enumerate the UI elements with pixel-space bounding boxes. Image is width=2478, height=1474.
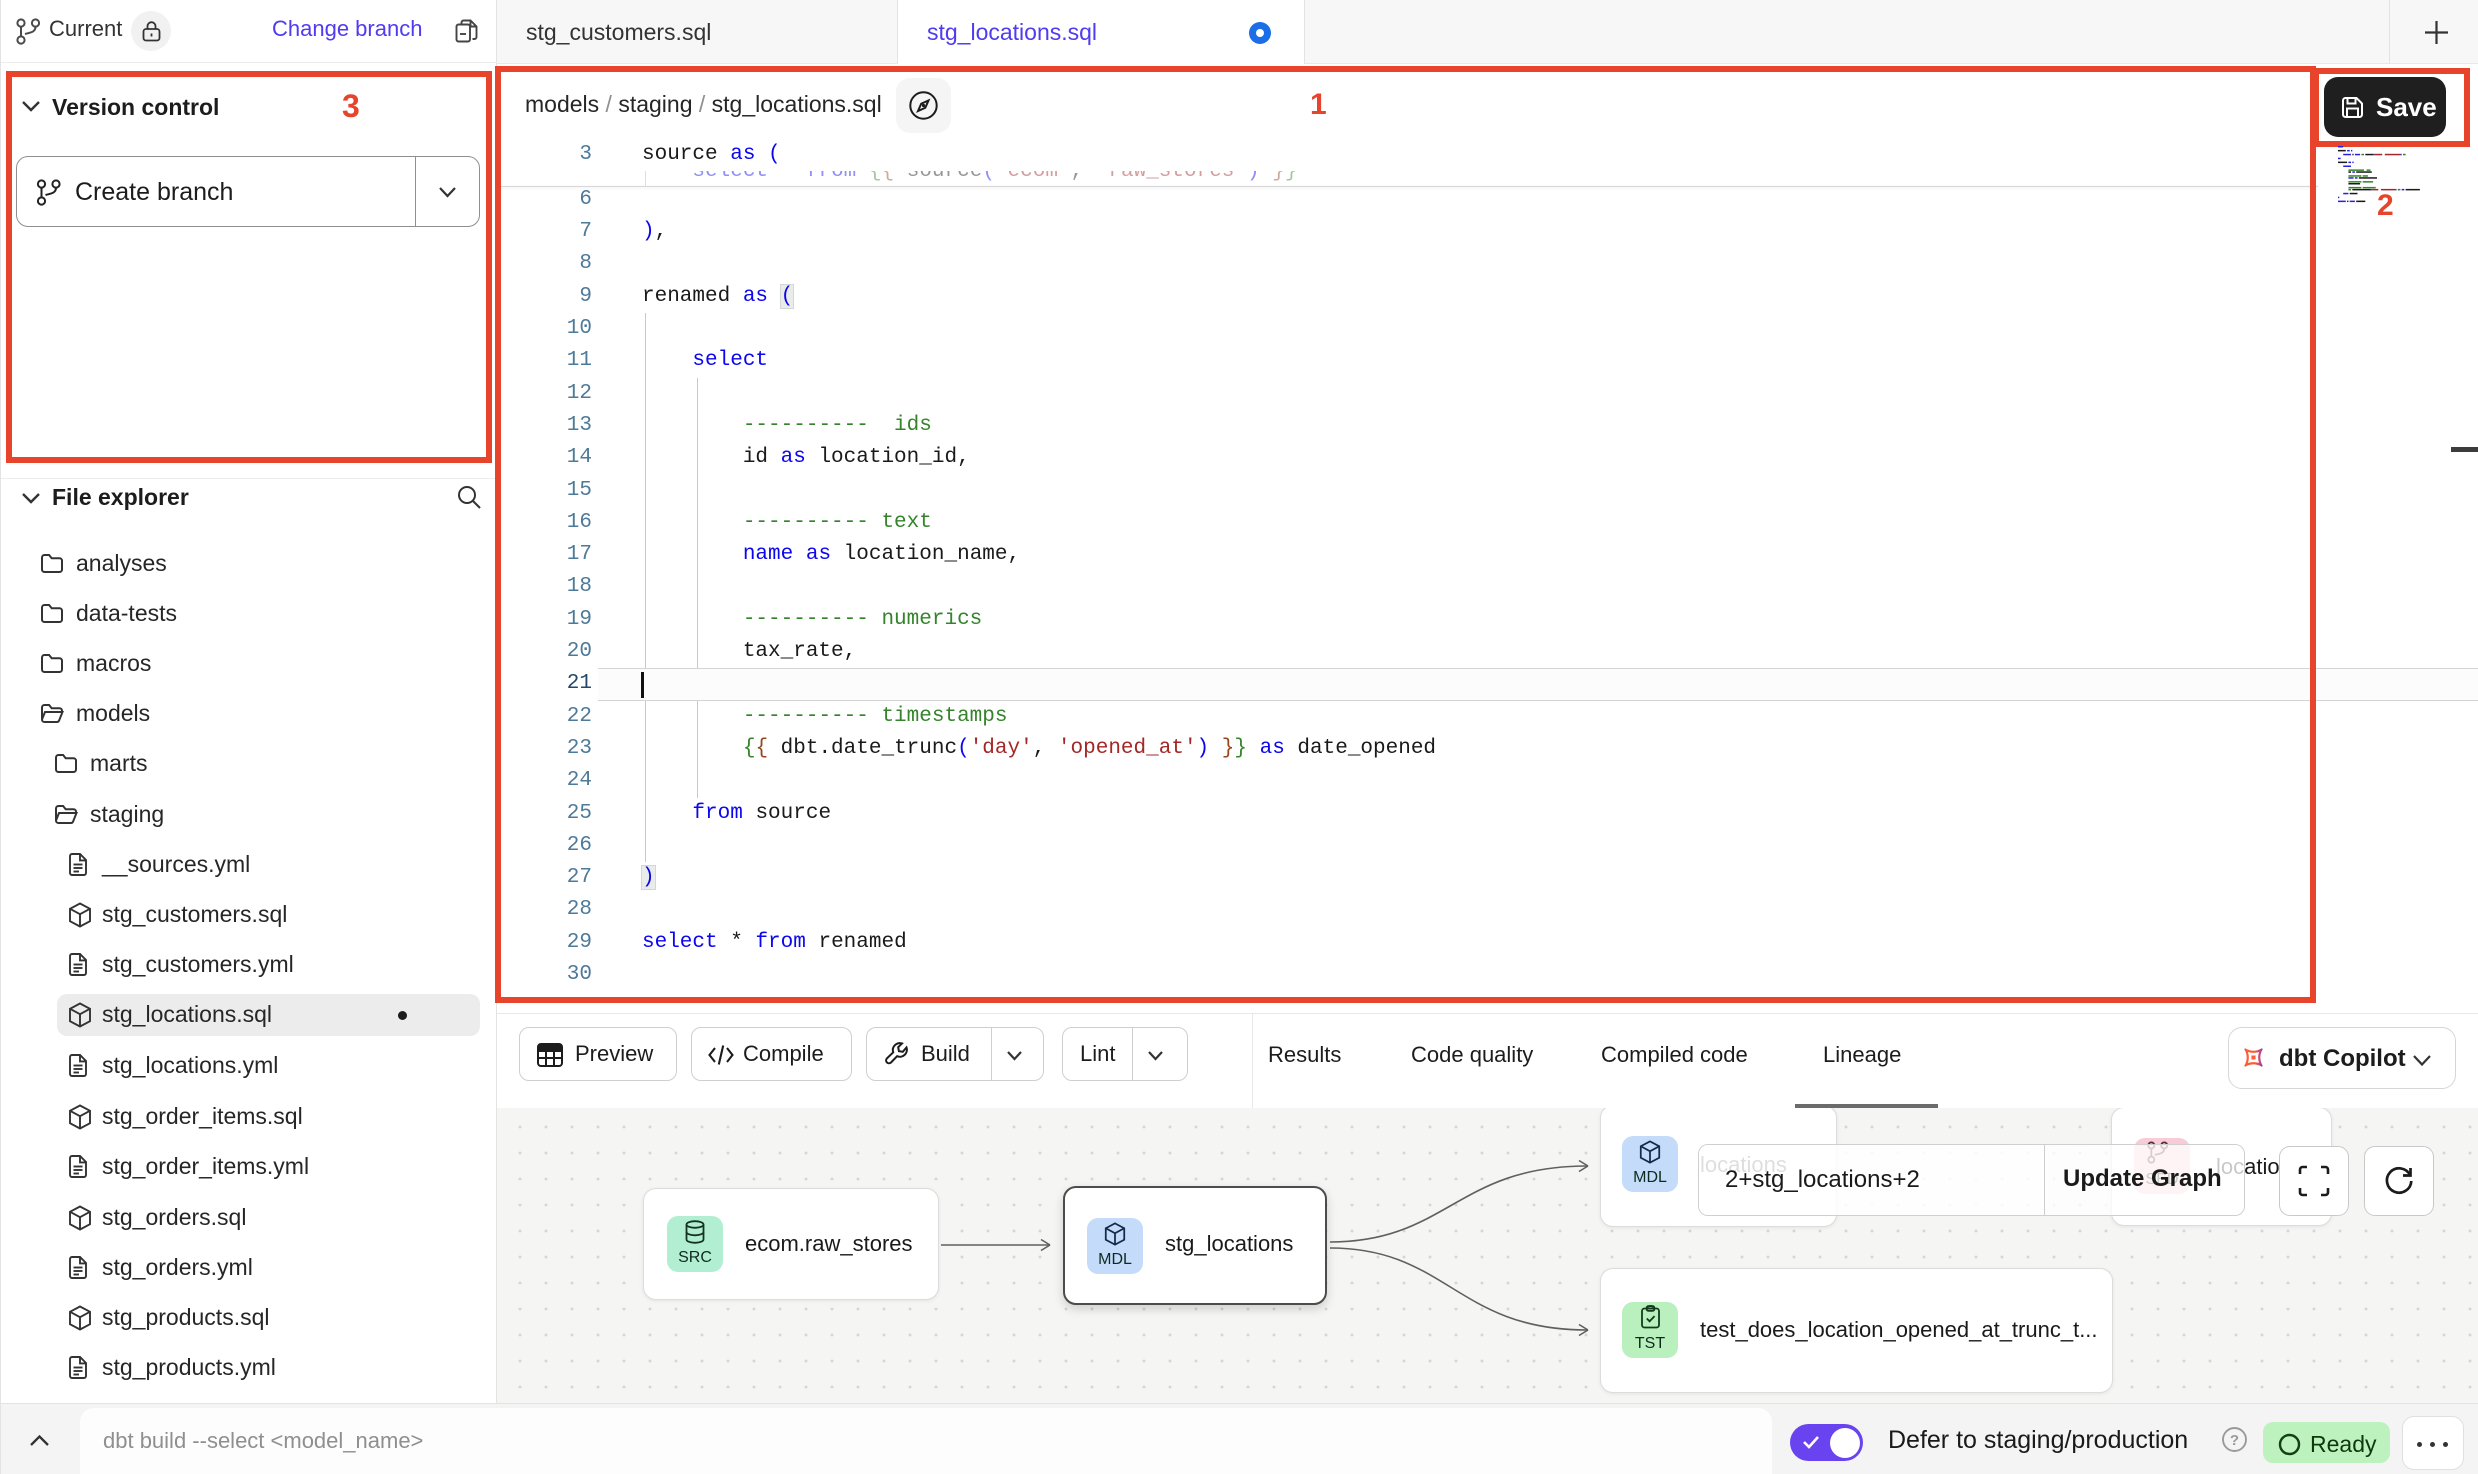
svg-text:?: ? — [2230, 1432, 2239, 1449]
